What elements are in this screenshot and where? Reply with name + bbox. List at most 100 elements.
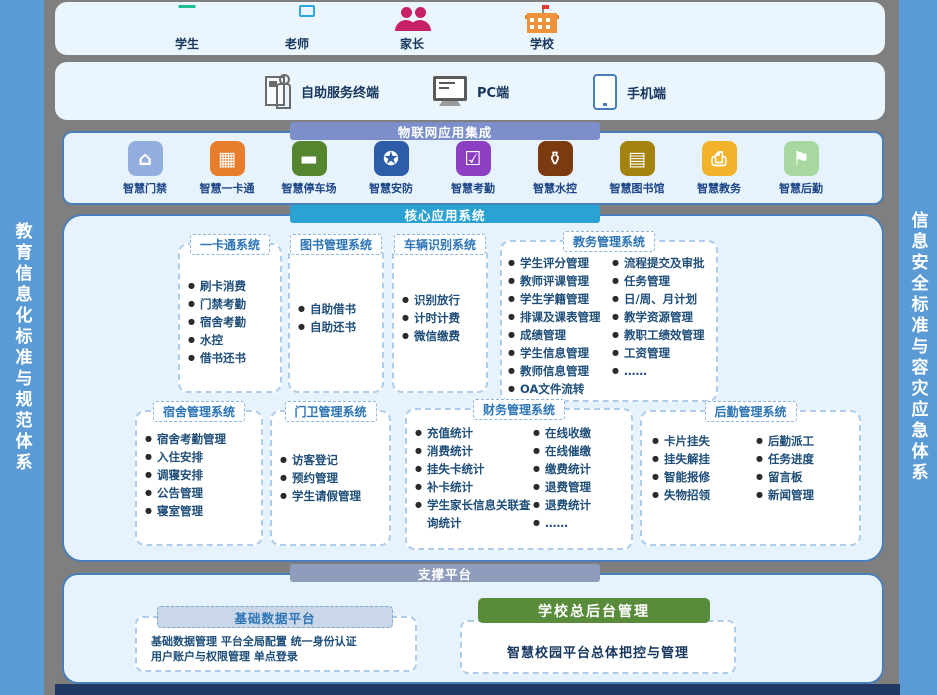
base-data-line: 基础数据管理 平台全局配置 统一身份认证 (151, 634, 407, 649)
student-icon (172, 5, 202, 33)
user-label: 学生 (175, 35, 199, 52)
system-box-title: 教务管理系统 (563, 231, 655, 252)
iot-module-label: 智慧水控 (533, 180, 577, 196)
feature-item: 宿舍考勤 (188, 313, 276, 331)
smart-campus-architecture-diagram: { "sidebars": { "left": "教育信息化标准与规范体系", … (0, 0, 937, 695)
feature-item: …… (612, 362, 714, 380)
left-sidebar-label: 教育信息化标准与规范体系 (10, 222, 35, 474)
iot-module-label: 智慧门禁 (123, 180, 167, 196)
feature-item: 入住安排 (145, 448, 257, 466)
system-box-title: 一卡通系统 (190, 234, 270, 255)
feature-item: 自助还书 (298, 318, 382, 336)
iot-module-library: ▤ 智慧图书馆 (600, 141, 674, 196)
feature-item: 寝室管理 (145, 502, 257, 520)
system-box-vehicle: 车辆识别系统 识别放行 计时计费 微信缴费 (392, 243, 488, 393)
system-box-logistics: 后勤管理系统 卡片挂失 挂失解挂 智能报修 失物招领 后勤派工 任务进度 留言板… (640, 410, 861, 546)
feature-item: 成绩管理 (508, 326, 612, 344)
user-school: 学校 (510, 5, 574, 52)
iot-section-header: 物联网应用集成 (290, 122, 600, 140)
system-box-gate: 门卫管理系统 访客登记 预约管理 学生请假管理 (270, 410, 391, 546)
iot-module-parking: ▬ 智慧停车场 (272, 141, 346, 196)
system-box-onecard: 一卡通系统 刷卡消费 门禁考勤 宿舍考勤 水控 借书还书 (178, 243, 282, 393)
card-building-icon: ▦ (210, 141, 245, 176)
feature-item: 留言板 (756, 468, 852, 486)
feature-item: 补卡统计 (415, 478, 533, 496)
feature-item: 宿舍考勤管理 (145, 430, 257, 448)
terminal-pc: PC端 (433, 76, 509, 106)
feature-item: 失物招领 (652, 486, 756, 504)
system-box-title: 后勤管理系统 (704, 401, 796, 422)
system-box-title: 车辆识别系统 (394, 234, 486, 255)
users-panel: 学生 老师 家长 学校 (55, 2, 885, 55)
feature-item: 卡片挂失 (652, 432, 756, 450)
iot-module-attendance: ☑ 智慧考勤 (436, 141, 510, 196)
user-student: 学生 (155, 5, 219, 52)
books-icon: ▤ (620, 141, 655, 176)
iot-module-label: 智慧一卡通 (200, 180, 255, 196)
printer-icon: ⎙ (702, 141, 737, 176)
feature-item: 新闻管理 (756, 486, 852, 504)
iot-module-access: ⌂ 智慧门禁 (108, 141, 182, 196)
terminal-label: 自助服务终端 (301, 82, 379, 101)
feature-item: 学生家长信息关联查询统计 (415, 496, 533, 532)
feature-item: 水控 (188, 331, 276, 349)
user-parents: 家长 (380, 5, 444, 52)
flag-icon: ⚑ (784, 141, 819, 176)
feature-item: 调寝安排 (145, 466, 257, 484)
door-access-icon: ⌂ (128, 141, 163, 176)
iot-module-water: ⚱ 智慧水控 (518, 141, 592, 196)
feature-item: 消费统计 (415, 442, 533, 460)
feature-item: 微信缴费 (402, 327, 486, 345)
pc-icon (433, 76, 467, 106)
kiosk-icon (265, 74, 291, 108)
iot-module-label: 智慧考勤 (451, 180, 495, 196)
feature-item: 排课及课表管理 (508, 308, 612, 326)
iot-panel: ⌂ 智慧门禁 ▦ 智慧一卡通 ▬ 智慧停车场 ✪ 智慧安防 ☑ 智慧考勤 ⚱ 智… (62, 131, 884, 205)
feature-item: 学生请假管理 (280, 487, 389, 505)
user-label: 学校 (530, 35, 554, 52)
feature-item: 学生评分管理 (508, 254, 612, 272)
feature-item: 学生信息管理 (508, 344, 612, 362)
feature-item: 充值统计 (415, 424, 533, 442)
core-section-header: 核心应用系统 (290, 205, 600, 223)
user-teacher: 老师 (265, 5, 329, 52)
iot-module-logistics: ⚑ 智慧后勤 (764, 141, 838, 196)
iot-module-label: 智慧图书馆 (610, 180, 665, 196)
parents-icon (397, 5, 427, 33)
system-box-finance: 财务管理系统 充值统计 消费统计 挂失卡统计 补卡统计 学生家长信息关联查询统计… (405, 408, 633, 550)
feature-item: OA文件流转 (508, 380, 612, 398)
support-section-header: 支撑平台 (290, 564, 600, 582)
user-label: 老师 (285, 35, 309, 52)
feature-item: 在线催缴 (533, 442, 623, 460)
right-standards-sidebar: 信息安全标准与容灾应急体系 (899, 0, 937, 695)
system-box-title: 图书管理系统 (290, 234, 382, 255)
iot-module-label: 智慧安防 (369, 180, 413, 196)
system-box-library: 图书管理系统 自助借书 自助还书 (288, 243, 384, 393)
base-data-platform-title: 基础数据平台 (157, 606, 393, 628)
school-icon (525, 5, 559, 33)
left-standards-sidebar: 教育信息化标准与规范体系 (0, 0, 44, 695)
system-box-title: 宿舍管理系统 (153, 401, 245, 422)
school-admin-desc: 智慧校园平台总体把控与管理 (462, 622, 734, 661)
right-sidebar-label: 信息安全标准与容灾应急体系 (906, 211, 931, 484)
feature-item: 教师信息管理 (508, 362, 612, 380)
iot-module-label: 智慧停车场 (282, 180, 337, 196)
terminal-label: 手机端 (627, 83, 666, 102)
terminal-kiosk: 自助服务终端 (265, 74, 379, 108)
terminal-label: PC端 (477, 82, 509, 101)
feature-item: 公告管理 (145, 484, 257, 502)
calendar-check-icon: ☑ (456, 141, 491, 176)
terminals-panel: 自助服务终端 PC端 手机端 (55, 62, 885, 120)
teacher-icon (282, 5, 312, 33)
feature-item: 刷卡消费 (188, 277, 276, 295)
feature-item: 教职工绩效管理 (612, 326, 714, 344)
iot-module-onecard: ▦ 智慧一卡通 (190, 141, 264, 196)
feature-item: …… (533, 514, 623, 532)
user-label: 家长 (400, 35, 424, 52)
feature-item: 后勤派工 (756, 432, 852, 450)
school-admin-title: 学校总后台管理 (478, 598, 710, 623)
phone-icon (593, 74, 617, 110)
parking-icon: ▬ (292, 141, 327, 176)
feature-item: 预约管理 (280, 469, 389, 487)
system-box-academic: 教务管理系统 学生评分管理 教师评课管理 学生学籍管理 排课及课表管理 成绩管理… (500, 240, 718, 402)
